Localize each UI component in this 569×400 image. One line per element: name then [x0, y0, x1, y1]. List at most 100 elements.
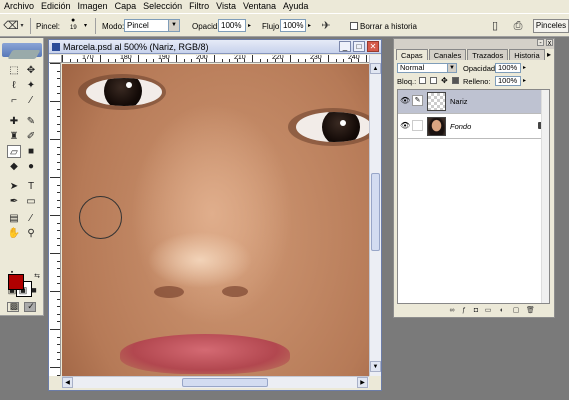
add-style-icon[interactable]: ƒ: [460, 307, 468, 315]
menu-seleccion[interactable]: Selección: [143, 0, 182, 13]
menu-vista[interactable]: Vista: [216, 0, 236, 13]
menu-filtro[interactable]: Filtro: [189, 0, 209, 13]
move-tool-icon[interactable]: ✥: [24, 64, 38, 77]
brush-tool-icon[interactable]: ✎: [24, 115, 38, 128]
mode-select[interactable]: Pincel ▼: [124, 19, 180, 32]
blend-mode-select[interactable]: Normal ▼: [397, 63, 457, 73]
layer-fill-input[interactable]: 100%: [495, 76, 521, 86]
print-icon[interactable]: ⎙: [510, 18, 526, 34]
flow-input[interactable]: 100%: [280, 19, 306, 32]
vertical-scrollbar[interactable]: ▲ ▼: [369, 55, 381, 376]
healing-brush-tool-icon[interactable]: ✚: [7, 115, 21, 128]
ruler-vertical[interactable]: [49, 63, 61, 376]
image-canvas[interactable]: [62, 64, 369, 376]
menu-edicion[interactable]: Edición: [41, 0, 71, 13]
trash-icon[interactable]: 🗑: [526, 307, 535, 315]
imageready-arrow-icon[interactable]: ✓: [24, 300, 38, 313]
path-selection-tool-icon[interactable]: ➤: [7, 180, 21, 193]
tool-preset-dropdown-icon[interactable]: ▾: [18, 18, 26, 34]
link-cell[interactable]: [412, 120, 423, 131]
panel-menu-arrow-icon[interactable]: ▸: [547, 50, 551, 59]
slice-tool-icon[interactable]: ⁄: [24, 94, 38, 107]
eraser-tool-preset-icon[interactable]: ⌫: [3, 18, 19, 34]
ruler-horizontal[interactable]: 170 180 190 200 210 220 230 240: [62, 55, 369, 63]
horizontal-scroll-thumb[interactable]: [182, 378, 268, 387]
magic-wand-tool-icon[interactable]: ✦: [24, 79, 38, 92]
menu-ayuda[interactable]: Ayuda: [283, 0, 308, 13]
scroll-up-icon[interactable]: ▲: [370, 63, 381, 74]
document-titlebar[interactable]: Marcela.psd al 500% (Nariz, RGB/8) _ □ ✕: [49, 40, 381, 54]
menu-imagen[interactable]: Imagen: [78, 0, 108, 13]
type-tool-icon[interactable]: T: [24, 180, 38, 193]
resize-grip[interactable]: [369, 376, 381, 388]
airbrush-icon[interactable]: ✈: [318, 18, 334, 34]
layers-scrollbar[interactable]: [541, 90, 549, 303]
menu-ventana[interactable]: Ventana: [243, 0, 276, 13]
foreground-color-swatch[interactable]: [8, 274, 24, 290]
hand-tool-icon[interactable]: ✋: [7, 227, 21, 240]
scroll-left-icon[interactable]: ◀: [62, 377, 73, 388]
history-brush-tool-icon[interactable]: ✐: [24, 130, 38, 143]
visibility-eye-icon[interactable]: 👁: [400, 121, 410, 130]
horizontal-scrollbar[interactable]: ◀ ▶: [62, 376, 369, 388]
tab-canales[interactable]: Canales: [428, 49, 467, 60]
panel-minimize-button[interactable]: -: [537, 39, 544, 47]
crop-tool-icon[interactable]: ⌐: [7, 94, 21, 107]
layer-row-fondo[interactable]: 👁 Fondo: [398, 115, 549, 139]
close-button[interactable]: ✕: [367, 41, 379, 52]
lock-position-icon[interactable]: ✥: [441, 77, 448, 85]
document-icon[interactable]: ▯: [487, 18, 503, 34]
link-layers-icon[interactable]: ∞: [448, 307, 456, 315]
active-layer-brush-icon[interactable]: ✎: [412, 95, 423, 106]
new-layer-icon[interactable]: ▢: [512, 307, 520, 315]
add-mask-icon[interactable]: ◘: [472, 307, 480, 315]
lock-all-icon[interactable]: [452, 77, 459, 84]
pen-tool-icon[interactable]: ✒: [7, 195, 21, 208]
lasso-tool-icon[interactable]: ℓ: [7, 79, 21, 92]
scroll-right-icon[interactable]: ▶: [357, 377, 368, 388]
scroll-down-icon[interactable]: ▼: [370, 361, 381, 372]
zoom-tool-icon[interactable]: ⚲: [24, 227, 38, 240]
new-group-icon[interactable]: ▭: [484, 307, 492, 315]
tab-trazados[interactable]: Trazados: [467, 49, 509, 60]
adjustment-layer-icon[interactable]: ◐: [498, 307, 506, 315]
tab-historia[interactable]: Historia: [509, 49, 545, 60]
dodge-tool-icon[interactable]: ●: [24, 160, 38, 173]
brush-preview-dot-icon[interactable]: ●: [71, 17, 75, 24]
clone-stamp-tool-icon[interactable]: ♜: [7, 130, 21, 143]
notes-tool-icon[interactable]: ▤: [7, 212, 21, 225]
panel-close-button[interactable]: x: [546, 39, 553, 47]
marquee-tool-icon[interactable]: ⬚: [7, 64, 21, 77]
opacity-input[interactable]: 100%: [218, 19, 246, 32]
maximize-button[interactable]: □: [353, 41, 365, 52]
panel-header[interactable]: - x: [394, 39, 554, 49]
lock-transparency-icon[interactable]: [419, 77, 426, 84]
toolbox-header[interactable]: [2, 43, 42, 59]
menu-archivo[interactable]: Archivo: [4, 0, 34, 13]
lock-image-icon[interactable]: [430, 77, 437, 84]
visibility-eye-icon[interactable]: 👁: [400, 96, 410, 105]
shape-tool-icon[interactable]: ▭: [24, 195, 38, 208]
brushes-palette-tab[interactable]: Pinceles: [533, 19, 569, 33]
eraser-tool-icon[interactable]: ▱: [7, 145, 21, 158]
erase-to-history-checkbox[interactable]: [350, 22, 358, 30]
ruler-corner[interactable]: [49, 55, 62, 63]
blur-tool-icon[interactable]: ◆: [7, 160, 21, 173]
opacity-slider-arrow-icon[interactable]: ▸: [248, 22, 251, 29]
brush-dropdown-icon[interactable]: ▾: [84, 22, 87, 29]
tab-capas[interactable]: Capas: [396, 49, 428, 60]
gradient-tool-icon[interactable]: ■: [24, 145, 38, 158]
screen-mode-full-icon[interactable]: ■: [27, 284, 41, 297]
flow-slider-arrow-icon[interactable]: ▸: [308, 22, 311, 29]
menu-capa[interactable]: Capa: [115, 0, 137, 13]
layer-row-nariz[interactable]: 👁 ✎ Nariz: [398, 90, 549, 114]
layer-opacity-input[interactable]: 100%: [495, 63, 521, 73]
fill-arrow-icon[interactable]: ▸: [523, 77, 526, 84]
jump-to-imageready-icon[interactable]: ▩: [7, 300, 21, 313]
ruler-tick: [92, 59, 94, 62]
opacity-arrow-icon[interactable]: ▸: [523, 64, 526, 71]
vertical-scroll-thumb[interactable]: [371, 173, 380, 251]
minimize-button[interactable]: _: [339, 41, 351, 52]
eyedropper-tool-icon[interactable]: ⁄: [24, 212, 38, 225]
ruler-tick: [57, 230, 60, 232]
